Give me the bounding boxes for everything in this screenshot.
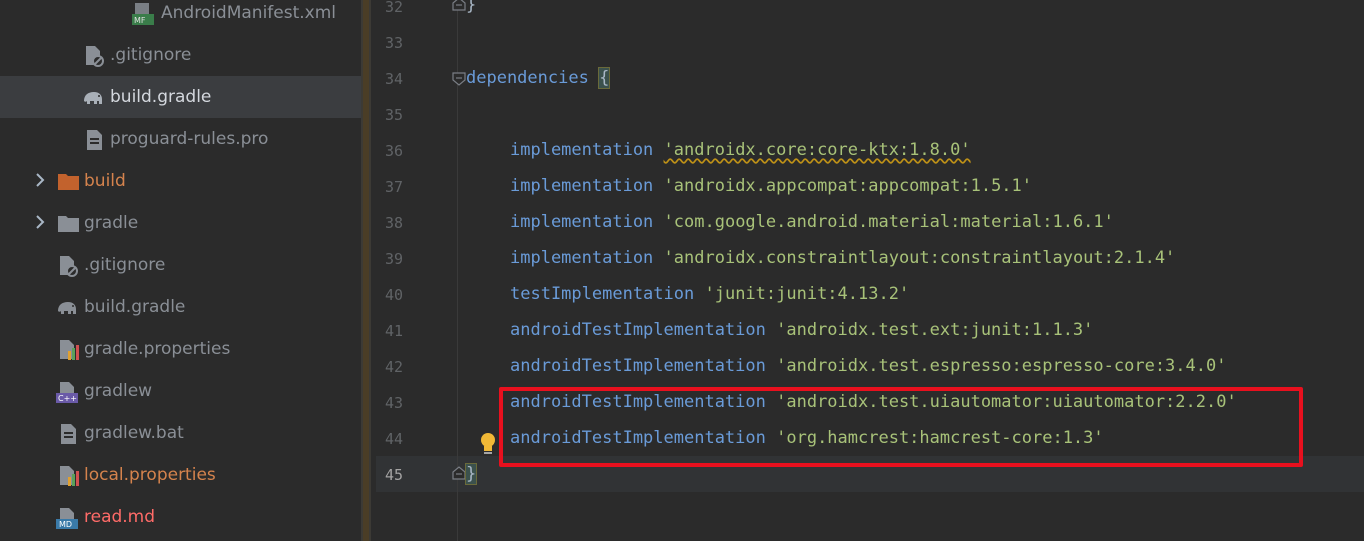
dependencies-keyword: dependencies	[466, 68, 589, 88]
code-line-34: dependencies {	[466, 67, 611, 89]
tree-item-label: build.gradle	[84, 297, 186, 317]
tree-item-local-properties[interactable]: local.properties	[0, 454, 361, 496]
tree-item-label: AndroidManifest.xml	[161, 3, 337, 23]
tree-item-label: gradlew.bat	[84, 423, 184, 443]
keyword: implementation	[510, 212, 654, 232]
svg-text:MD: MD	[59, 520, 72, 529]
line-number: 42	[384, 358, 403, 376]
code-line-45: }	[464, 463, 478, 485]
code-line-41: androidTestImplementation 'androidx.test…	[510, 319, 1093, 341]
keyword: implementation	[510, 140, 654, 160]
gradle-elephant-icon	[55, 297, 77, 319]
text-file-icon	[84, 129, 106, 151]
tree-item-label: build	[84, 171, 126, 191]
string-literal: 'androidx.constraintlayout:constraintlay…	[663, 248, 1176, 268]
tree-item-build-gradle-root[interactable]: build.gradle	[0, 286, 361, 328]
string-literal: 'androidx.core:core-ktx:1.8.0'	[663, 140, 971, 160]
chevron-right-icon[interactable]	[34, 212, 48, 232]
project-tree: MF AndroidManifest.xml .gitignore build.…	[0, 0, 371, 541]
tree-item-label: gradle.properties	[84, 339, 231, 359]
code-line-38: implementation 'com.google.android.mater…	[510, 211, 1114, 233]
tree-item-label: read.md	[84, 507, 156, 527]
markdown-file-icon: MD	[56, 507, 78, 529]
tree-item-label: proguard-rules.pro	[110, 129, 269, 149]
panel-splitter[interactable]	[361, 0, 371, 541]
tree-item-label: build.gradle	[110, 87, 212, 107]
properties-file-icon	[58, 465, 80, 487]
line-number: 34	[384, 70, 403, 88]
line-number: 32	[384, 0, 403, 16]
fold-start-icon[interactable]	[452, 71, 466, 86]
code-line-42: androidTestImplementation 'androidx.test…	[510, 355, 1226, 377]
line-number: 39	[384, 250, 403, 268]
line-number: 37	[384, 178, 403, 196]
lightbulb-icon[interactable]	[478, 432, 498, 456]
code-editor[interactable]: 32 33 34 35 36 37 38 39 40 41 42 43 44 4…	[371, 0, 1364, 541]
tree-item-gradle-properties[interactable]: gradle.properties	[0, 328, 361, 370]
svg-text:MF: MF	[134, 16, 146, 25]
line-number: 41	[384, 322, 403, 340]
tree-item-label: .gitignore	[84, 255, 166, 275]
keyword: testImplementation	[510, 284, 695, 304]
code-text: }	[466, 0, 477, 15]
line-number: 36	[384, 142, 403, 160]
tree-item-label: gradle	[84, 213, 139, 233]
tree-item-androidmanifest[interactable]: MF AndroidManifest.xml	[0, 0, 361, 34]
tree-item-gitignore-app[interactable]: .gitignore	[0, 34, 361, 76]
chevron-right-icon[interactable]	[34, 170, 48, 190]
fold-end-icon[interactable]	[452, 465, 466, 480]
code-line-40: testImplementation 'junit:junit:4.13.2'	[510, 283, 909, 305]
line-number: 45	[384, 466, 403, 484]
line-number: 44	[384, 430, 403, 448]
tree-item-label: local.properties	[84, 465, 216, 485]
keyword: implementation	[510, 248, 654, 268]
tree-item-gitignore-root[interactable]: .gitignore	[0, 244, 361, 286]
keyword: androidTestImplementation	[510, 320, 766, 340]
manifest-file-icon: MF	[132, 3, 154, 25]
code-line-39: implementation 'androidx.constraintlayou…	[510, 247, 1175, 269]
tree-item-gradlew-bat[interactable]: gradlew.bat	[0, 412, 361, 454]
tree-item-gradlew[interactable]: C++ gradlew	[0, 370, 361, 412]
gitignore-file-icon	[84, 45, 106, 67]
string-literal: 'com.google.android.material:material:1.…	[663, 212, 1114, 232]
properties-file-icon	[58, 339, 80, 361]
gitignore-file-icon	[58, 255, 80, 277]
code-line-37: implementation 'androidx.appcompat:appco…	[510, 175, 1032, 197]
string-literal: 'junit:junit:4.13.2'	[704, 284, 910, 304]
line-number: 35	[384, 106, 403, 124]
folder-icon	[57, 171, 79, 193]
tree-item-read-md[interactable]: MD read.md	[0, 496, 361, 538]
tree-item-proguard[interactable]: proguard-rules.pro	[0, 118, 361, 160]
tree-item-label: gradlew	[84, 381, 153, 401]
code-line-36: implementation 'androidx.core:core-ktx:1…	[510, 139, 971, 161]
folder-icon	[57, 213, 79, 235]
open-brace: {	[598, 67, 611, 89]
string-literal: 'androidx.appcompat:appcompat:1.5.1'	[663, 176, 1033, 196]
cpp-file-icon: C++	[56, 381, 78, 403]
gradle-elephant-icon	[81, 87, 103, 109]
code-line-32: }	[466, 0, 476, 16]
annotation-highlight-box	[499, 387, 1303, 467]
string-literal: 'androidx.test.espresso:espresso-core:3.…	[776, 356, 1227, 376]
text-file-icon	[58, 423, 80, 445]
tree-item-build-folder[interactable]: build	[0, 160, 361, 202]
tree-item-build-gradle-app[interactable]: build.gradle	[0, 76, 371, 118]
close-brace: }	[464, 463, 478, 485]
line-number: 33	[384, 34, 403, 52]
tree-item-gradle-folder[interactable]: gradle	[0, 202, 361, 244]
svg-text:C++: C++	[58, 394, 77, 403]
keyword: implementation	[510, 176, 654, 196]
tree-item-label: .gitignore	[110, 45, 192, 65]
string-literal: 'androidx.test.ext:junit:1.1.3'	[776, 320, 1094, 340]
keyword: androidTestImplementation	[510, 356, 766, 376]
fold-end-icon[interactable]	[452, 0, 466, 11]
line-number: 38	[384, 214, 403, 232]
line-number: 43	[384, 394, 403, 412]
line-number: 40	[384, 286, 403, 304]
